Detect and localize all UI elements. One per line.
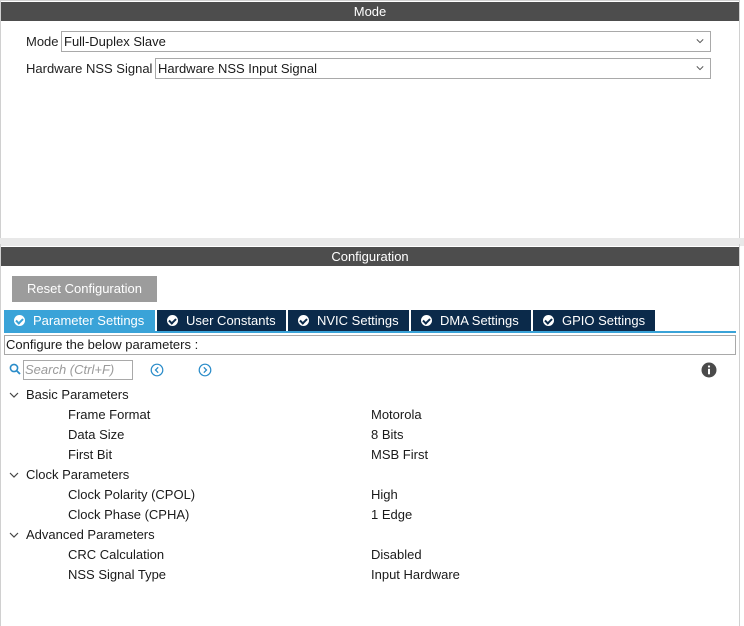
group-advanced-parameters[interactable]: Advanced Parameters [26,525,155,545]
chevron-down-icon[interactable] [9,470,19,480]
param-name[interactable]: Data Size [68,425,124,445]
tab-label: NVIC Settings [317,313,399,328]
reset-configuration-button[interactable]: Reset Configuration [12,276,157,302]
hardware-nss-label: Hardware NSS Signal [26,61,153,76]
mode-select-value: Full-Duplex Slave [64,34,166,49]
param-value[interactable]: High [371,485,398,505]
tab-parameter-settings[interactable]: Parameter Settings [4,310,155,331]
search-icon [9,363,21,375]
parameters-description: Configure the below parameters : [4,335,736,355]
tab-label: DMA Settings [440,313,519,328]
tab-label: Parameter Settings [33,313,145,328]
param-value[interactable]: Disabled [371,545,422,565]
hardware-nss-select-value: Hardware NSS Input Signal [158,61,317,76]
param-name[interactable]: Clock Polarity (CPOL) [68,485,195,505]
configuration-section-header: Configuration [1,247,739,266]
search-previous-icon[interactable] [150,363,164,377]
search-next-icon[interactable] [198,363,212,377]
tab-user-constants[interactable]: User Constants [157,310,286,331]
group-clock-parameters[interactable]: Clock Parameters [26,465,129,485]
param-name[interactable]: Frame Format [68,405,150,425]
settings-tabs: Parameter Settings User Constants NVIC S… [4,310,657,331]
mode-select[interactable]: Full-Duplex Slave [61,31,711,52]
check-circle-icon [298,315,309,326]
tab-gpio-settings[interactable]: GPIO Settings [533,310,655,331]
tab-dma-settings[interactable]: DMA Settings [411,310,531,331]
tab-underline [4,331,736,333]
check-circle-icon [14,315,25,326]
param-value[interactable]: 1 Edge [371,505,412,525]
mode-label: Mode [26,34,59,49]
info-icon[interactable] [701,362,717,378]
param-value[interactable]: Motorola [371,405,422,425]
param-name[interactable]: Clock Phase (CPHA) [68,505,189,525]
mode-section-header: Mode [1,2,739,21]
chevron-down-icon[interactable] [9,390,19,400]
tab-label: GPIO Settings [562,313,646,328]
check-circle-icon [421,315,432,326]
param-value[interactable]: MSB First [371,445,428,465]
param-value[interactable]: 8 Bits [371,425,404,445]
param-name[interactable]: First Bit [68,445,112,465]
tab-label: User Constants [186,313,276,328]
param-name[interactable]: CRC Calculation [68,545,164,565]
chevron-down-icon [696,39,704,44]
check-circle-icon [543,315,554,326]
chevron-down-icon [696,66,704,71]
chevron-down-icon[interactable] [9,530,19,540]
param-name[interactable]: NSS Signal Type [68,565,166,585]
hardware-nss-select[interactable]: Hardware NSS Input Signal [155,58,711,79]
tab-nvic-settings[interactable]: NVIC Settings [288,310,409,331]
search-input[interactable]: Search (Ctrl+F) [23,360,133,380]
param-value[interactable]: Input Hardware [371,565,460,585]
group-basic-parameters[interactable]: Basic Parameters [26,385,129,405]
check-circle-icon [167,315,178,326]
